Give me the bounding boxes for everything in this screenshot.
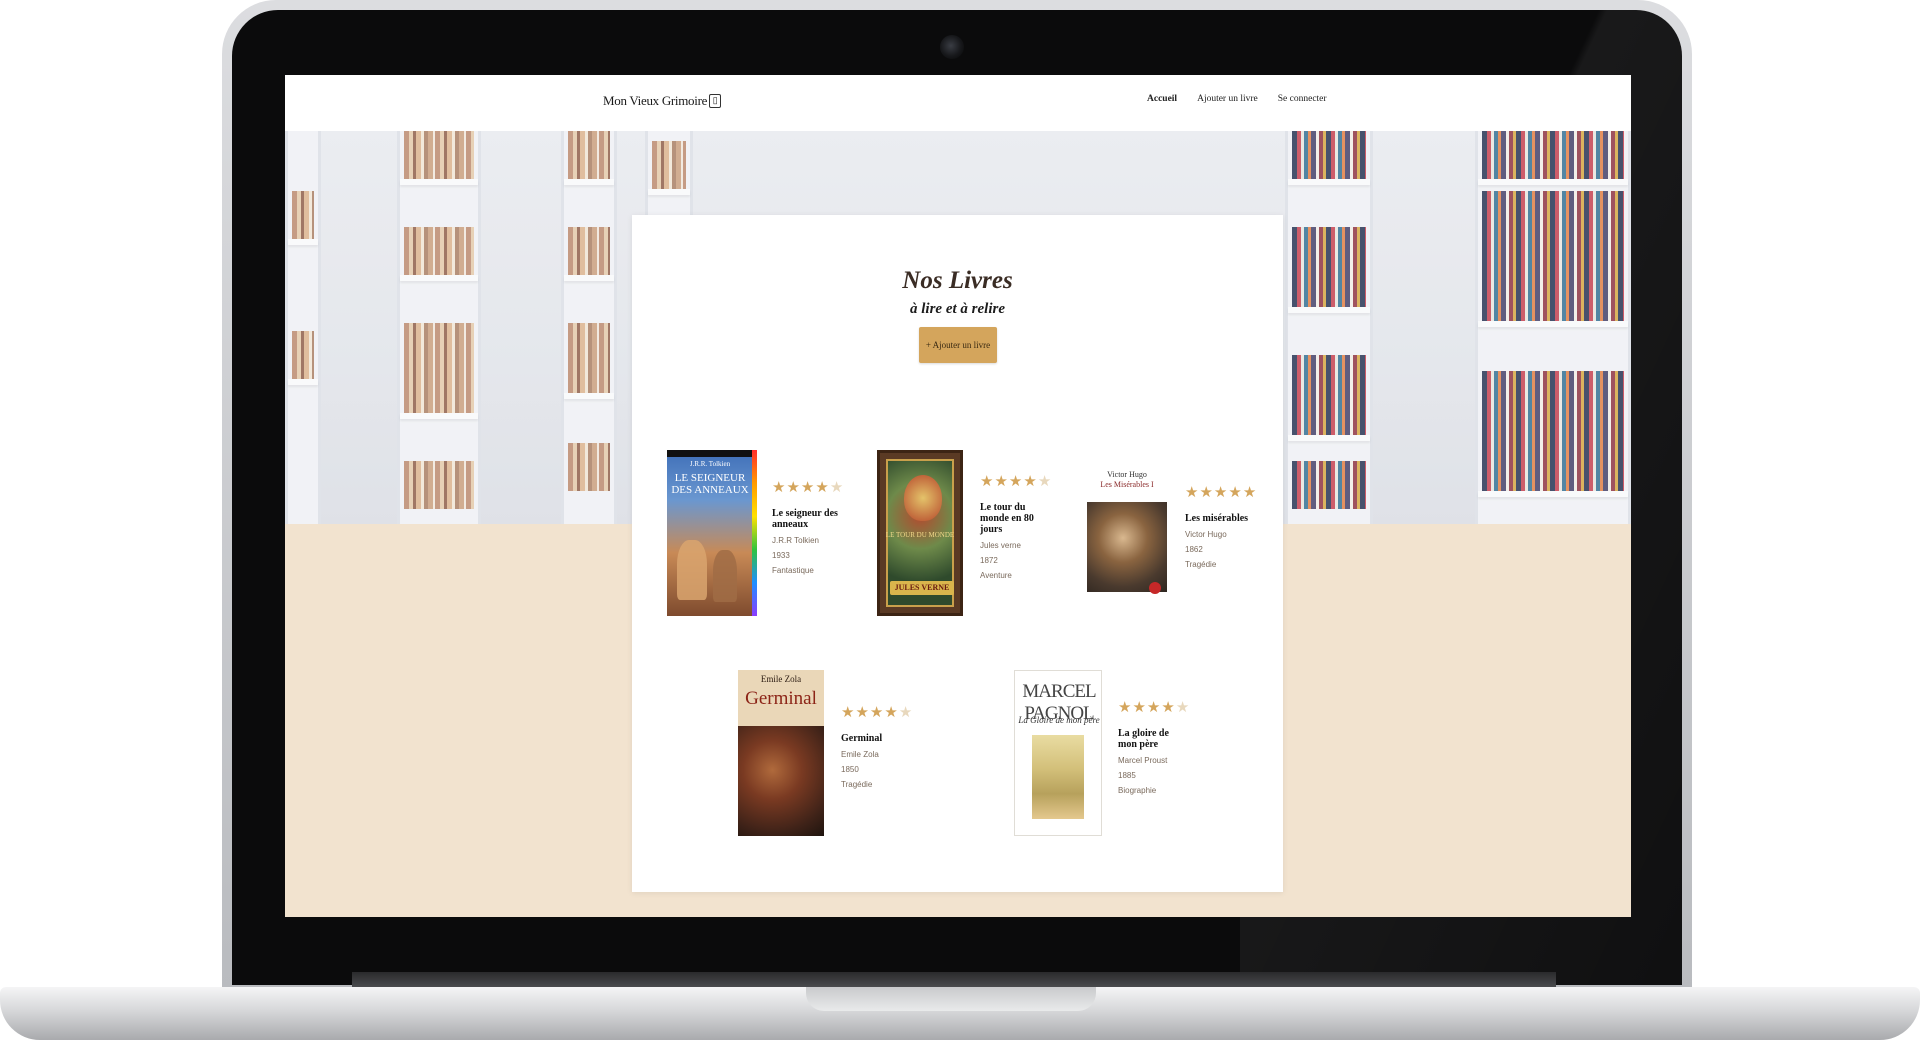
book-genre: Fantastique <box>772 566 814 575</box>
book-cover[interactable]: Victor Hugo Les Misérables I <box>1087 470 1167 600</box>
book-cover[interactable]: LE TOUR DU MONDE JULES VERNE <box>877 450 963 616</box>
page-subtitle: à lire et à relire <box>910 301 1005 317</box>
book-title[interactable]: La gloire de mon père <box>1118 728 1188 750</box>
book-year: 1872 <box>980 556 998 565</box>
webcam-icon <box>940 35 964 59</box>
book-icon: ▯ <box>709 94 722 108</box>
book-author: Jules verne <box>980 541 1021 550</box>
star-icon: ★ <box>841 705 855 721</box>
star-icon: ★ <box>994 474 1008 490</box>
star-icon: ★ <box>1132 700 1146 716</box>
star-icon: ★ <box>1161 700 1175 716</box>
star-icon: ★ <box>980 474 994 490</box>
star-icon: ★ <box>1023 474 1037 490</box>
book-cover[interactable]: Emile Zola Germinal <box>738 670 824 836</box>
book-info: ★ ★ ★ ★ ★ Le tour du monde en 80 jours Jules… <box>980 475 1051 580</box>
book-year: 1850 <box>841 765 859 774</box>
star-icon: ★ <box>898 705 913 721</box>
nav-item-accueil[interactable]: Accueil <box>1147 94 1177 104</box>
book-info: ★ ★ ★ ★ ★ Les misérables Victor Hugo 1862 Tr… <box>1185 486 1256 569</box>
page-title: Nos Livres <box>902 267 1013 294</box>
book-year: 1933 <box>772 551 790 560</box>
star-icon: ★ <box>829 480 844 496</box>
book-author: J.R.R Tolkien <box>772 536 819 545</box>
laptop-hinge <box>352 972 1556 987</box>
book-title[interactable]: Le seigneur des anneaux <box>772 508 842 530</box>
star-rating: ★ ★ ★ ★ ★ <box>980 475 1051 490</box>
star-icon: ★ <box>815 480 829 496</box>
book-genre: Tragédie <box>841 780 873 789</box>
navbar: Mon Vieux Grimoire ▯ Accueil Ajouter un … <box>285 75 1631 131</box>
star-icon: ★ <box>1175 700 1190 716</box>
book-author: Victor Hugo <box>1185 530 1227 539</box>
star-icon: ★ <box>855 705 869 721</box>
star-rating: ★ ★ ★ ★ ★ <box>1118 701 1189 716</box>
book-author: Emile Zola <box>841 750 879 759</box>
book-genre: Biographie <box>1118 786 1157 795</box>
brand-name: Mon Vieux Grimoire <box>603 93 708 108</box>
star-rating: ★ ★ ★ ★ ★ <box>1185 486 1256 501</box>
star-icon: ★ <box>1228 485 1242 501</box>
star-icon: ★ <box>786 480 800 496</box>
book-author: Marcel Proust <box>1118 756 1168 765</box>
star-icon: ★ <box>869 705 884 721</box>
book-info: ★ ★ ★ ★ ★ Germinal Emile Zola 1850 Tragédie <box>841 706 912 789</box>
star-icon: ★ <box>1008 474 1023 490</box>
book-title[interactable]: Le tour du monde en 80 jours <box>980 502 1050 535</box>
star-icon: ★ <box>1199 485 1213 501</box>
star-icon: ★ <box>1242 485 1257 501</box>
book-cover[interactable]: MARCEL PAGNOL La Gloire de mon père <box>1014 670 1102 836</box>
add-book-button[interactable]: + Ajouter un livre <box>919 327 997 363</box>
book-year: 1862 <box>1185 545 1203 554</box>
nav-links: Accueil Ajouter un livre Se connecter <box>1147 94 1327 104</box>
brand-logo[interactable]: Mon Vieux Grimoire ▯ <box>603 93 722 109</box>
book-info: ★ ★ ★ ★ ★ La gloire de mon père Marcel Prous… <box>1118 701 1189 795</box>
laptop-notch <box>806 987 1096 1011</box>
star-icon: ★ <box>884 705 898 721</box>
book-cover[interactable]: J.R.R. Tolkien LE SEIGNEUR DES ANNEAUX <box>667 450 757 616</box>
nav-item-se-connecter[interactable]: Se connecter <box>1278 94 1327 104</box>
star-icon: ★ <box>800 480 815 496</box>
star-icon: ★ <box>772 480 786 496</box>
book-title[interactable]: Les misérables <box>1185 513 1255 524</box>
book-info: ★ ★ ★ ★ ★ Le seigneur des anneaux J.R.R Tolk… <box>772 481 843 575</box>
nav-item-ajouter-livre[interactable]: Ajouter un livre <box>1197 94 1258 104</box>
book-title[interactable]: Germinal <box>841 733 911 744</box>
star-icon: ★ <box>1213 485 1228 501</box>
star-icon: ★ <box>1146 700 1161 716</box>
book-year: 1885 <box>1118 771 1136 780</box>
book-genre: Tragédie <box>1185 560 1217 569</box>
star-icon: ★ <box>1118 700 1132 716</box>
website-screen: Mon Vieux Grimoire ▯ Accueil Ajouter un … <box>285 75 1631 917</box>
star-icon: ★ <box>1037 474 1052 490</box>
star-icon: ★ <box>1185 485 1199 501</box>
star-rating: ★ ★ ★ ★ ★ <box>841 706 912 721</box>
star-rating: ★ ★ ★ ★ ★ <box>772 481 843 496</box>
book-genre: Aventure <box>980 571 1012 580</box>
books-card: Nos Livres à lire et à relire + Ajouter … <box>632 215 1283 892</box>
